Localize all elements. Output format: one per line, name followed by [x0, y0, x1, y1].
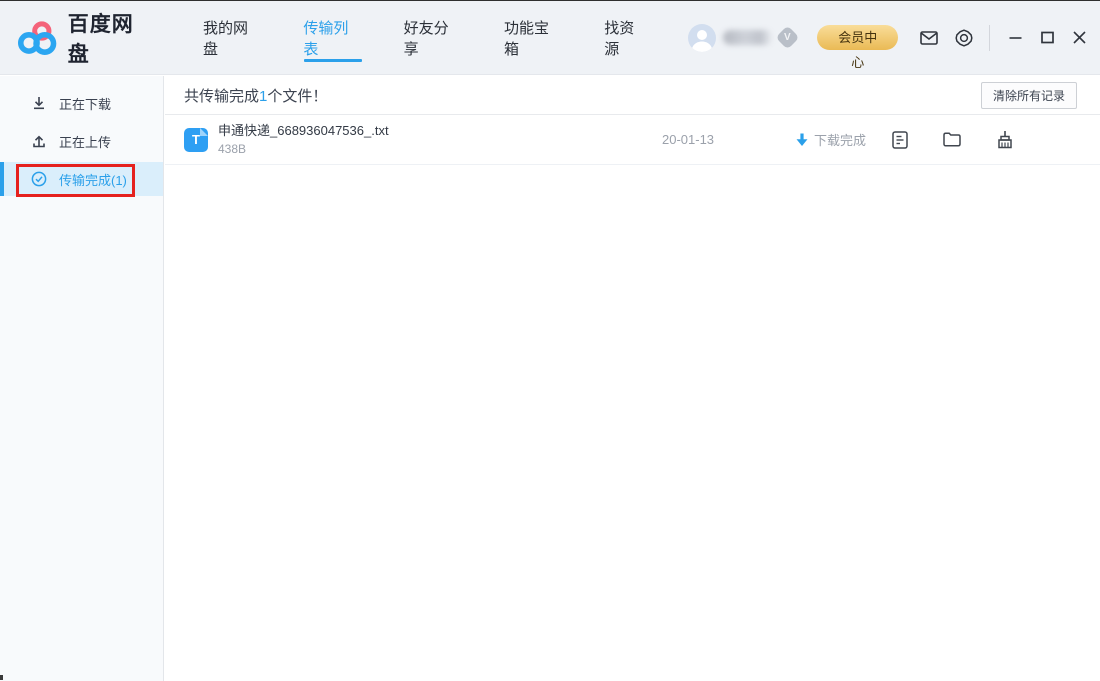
file-icon-letter: T: [192, 132, 200, 147]
avatar[interactable]: [688, 24, 716, 52]
titlebar-divider: [989, 25, 990, 51]
sidebar-item-label: 正在上传: [59, 132, 111, 151]
sidebar-item-transfer-complete[interactable]: 传输完成(1): [0, 162, 163, 196]
baidu-netdisk-logo: [18, 20, 58, 56]
sidebar-item-downloading[interactable]: 正在下载: [0, 86, 163, 120]
mail-icon[interactable]: [920, 31, 938, 45]
clear-all-records-button[interactable]: 清除所有记录: [981, 82, 1077, 109]
file-status: 下载完成: [796, 130, 866, 149]
gear-icon[interactable]: [955, 29, 973, 47]
tab-label: 找资源: [604, 17, 648, 59]
open-folder-icon[interactable]: [943, 132, 961, 147]
check-circle-icon: [31, 171, 47, 187]
titlebar-right: V 会员中心: [688, 24, 1086, 52]
person-icon: [688, 24, 716, 52]
tab-transfer-list[interactable]: 传输列表: [301, 1, 364, 75]
summary-prefix: 共传输完成: [184, 88, 259, 105]
file-meta: 申通快递_668936047536_.txt 438B: [218, 123, 662, 156]
sidebar-item-label: 正在下载: [59, 94, 111, 113]
main-header: 共传输完成1个文件！ 清除所有记录: [165, 76, 1100, 115]
sidebar-item-label: 传输完成(1): [59, 170, 127, 189]
tab-label: 好友分享: [404, 17, 463, 59]
tab-find-resources[interactable]: 找资源: [602, 1, 650, 75]
titlebar: 百度网盘 我的网盘 传输列表 好友分享 功能宝箱 找资源: [0, 1, 1100, 75]
v-letter: V: [785, 32, 792, 43]
file-size: 438B: [218, 142, 662, 156]
corner-artifact: [0, 675, 3, 680]
brand: 百度网盘: [18, 8, 155, 68]
sidebar-item-uploading[interactable]: 正在上传: [0, 124, 163, 158]
minimize-icon[interactable]: [1009, 31, 1022, 44]
download-arrow-icon: [796, 133, 808, 147]
tab-label: 传输列表: [303, 17, 362, 59]
tab-label: 功能宝箱: [504, 17, 563, 59]
transfer-summary: 共传输完成1个文件！: [184, 85, 327, 106]
close-icon[interactable]: [1073, 31, 1086, 44]
vip-v-badge-icon[interactable]: V: [776, 25, 800, 49]
summary-suffix: 个文件！: [267, 88, 327, 105]
tab-function-box[interactable]: 功能宝箱: [502, 1, 565, 75]
file-detail-icon[interactable]: [892, 131, 908, 149]
username-blurred: [723, 30, 774, 45]
maximize-icon[interactable]: [1041, 31, 1054, 44]
file-row[interactable]: T 申通快递_668936047536_.txt 438B 20-01-13 下…: [165, 115, 1100, 165]
file-date: 20-01-13: [662, 132, 718, 147]
file-status-text: 下载完成: [814, 130, 866, 149]
upload-icon: [31, 133, 47, 149]
tab-my-drive[interactable]: 我的网盘: [201, 1, 264, 75]
broom-icon[interactable]: [996, 130, 1014, 149]
tab-friend-share[interactable]: 好友分享: [402, 1, 465, 75]
download-icon: [31, 95, 47, 111]
main-content: 共传输完成1个文件！ 清除所有记录 T 申通快递_668936047536_.t…: [165, 76, 1100, 681]
txt-file-icon: T: [184, 128, 208, 152]
main-nav: 我的网盘 传输列表 好友分享 功能宝箱 找资源: [201, 1, 688, 75]
app-title: 百度网盘: [68, 8, 155, 68]
vip-center-button[interactable]: 会员中心: [817, 25, 898, 50]
file-name: 申通快递_668936047536_.txt: [218, 123, 662, 138]
sidebar: 正在下载 正在上传 传输完成(1): [0, 76, 164, 681]
tab-label: 我的网盘: [203, 17, 262, 59]
app-window: 百度网盘 我的网盘 传输列表 好友分享 功能宝箱 找资源: [0, 0, 1100, 681]
